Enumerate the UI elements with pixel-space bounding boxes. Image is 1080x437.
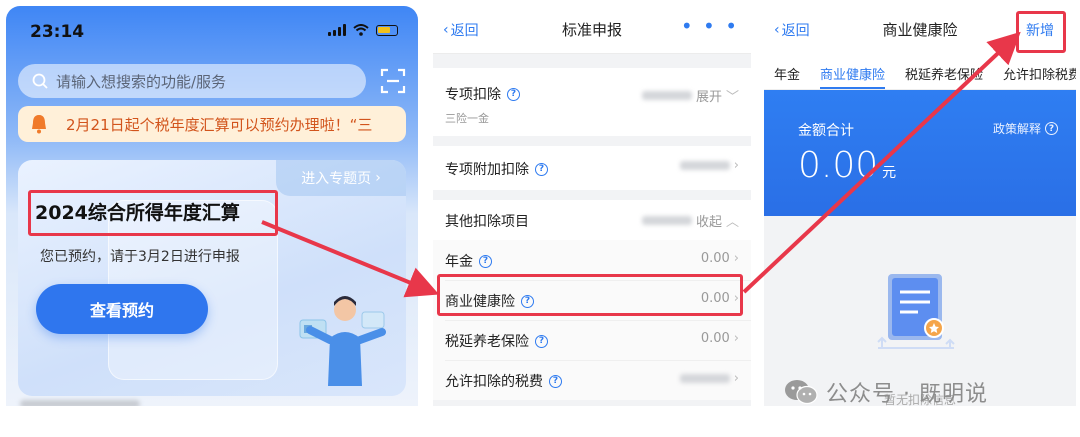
- annual-tax-card[interactable]: 进入专题页 › 2024综合所得年度汇算 您已预约，请于3月2日进行申报 查看预…: [18, 160, 406, 396]
- battery-icon: [376, 24, 398, 36]
- help-icon[interactable]: ?: [549, 374, 562, 388]
- row-label: 专项附加扣除: [445, 162, 529, 178]
- chevron-up-icon: ︿: [725, 215, 739, 230]
- row-special-deduction[interactable]: 专项扣除 ? 三险一金 展开 ﹀: [433, 68, 751, 136]
- home-screen: 23:14 请输入想搜索的功能/服务 2月21日起个税年度汇算可以预约办理啦！“…: [6, 6, 418, 406]
- row-tax-deferred-pension[interactable]: 税延养老保险 ? 0.00 ›: [433, 320, 751, 360]
- status-icons: [328, 24, 398, 36]
- nav-bar: ‹ 返回 商业健康险 新增: [764, 6, 1076, 54]
- watermark-text: 公众号 · 既明说: [826, 382, 988, 407]
- row-special-additional-deduction[interactable]: 专项附加扣除 ? ›: [433, 146, 751, 190]
- bell-icon: [32, 115, 46, 134]
- row-label: 税延养老保险: [445, 334, 529, 350]
- standard-declaration-screen: ‹ 返回 标准申报 • • • 专项扣除 ? 三险一金 展开 ﹀ 专项附加扣除 …: [433, 6, 751, 406]
- topic-link-label: 进入专题页: [301, 171, 372, 187]
- tab-annuity[interactable]: 年金: [764, 54, 810, 89]
- help-icon[interactable]: ?: [507, 87, 520, 101]
- blurred-value: [679, 161, 730, 170]
- blurred-value: [679, 374, 730, 383]
- wechat-icon: [785, 380, 818, 405]
- status-bar: 23:14: [6, 6, 418, 56]
- chevron-right-icon: ›: [733, 158, 739, 173]
- watermark: 公众号 · 既明说: [784, 376, 988, 408]
- row-deductible-taxes[interactable]: 允许扣除的税费 ? ›: [433, 360, 751, 400]
- tab-tax-deferred-pension[interactable]: 税延养老保险: [895, 54, 993, 89]
- policy-explanation-link[interactable]: 政策解释 ?: [993, 120, 1058, 137]
- status-time: 23:14: [30, 22, 85, 42]
- total-amount-card: 金额合计 政策解释 ? 0.00 元: [764, 90, 1076, 216]
- nav-bar: ‹ 返回 标准申报 • • •: [433, 6, 751, 54]
- blurred-value: [641, 91, 692, 100]
- row-value: 0.00: [700, 331, 730, 346]
- commercial-health-insurance-screen: ‹ 返回 商业健康险 新增 年金 商业健康险 税延养老保险 允许扣除税费 金额合…: [764, 6, 1076, 406]
- more-icon[interactable]: • • •: [681, 14, 739, 38]
- search-bar[interactable]: 请输入想搜索的功能/服务: [18, 64, 366, 98]
- scan-icon[interactable]: [380, 68, 406, 94]
- view-appointment-button[interactable]: 查看预约: [36, 284, 208, 334]
- help-icon: ?: [1045, 122, 1058, 135]
- help-icon[interactable]: ?: [535, 334, 548, 348]
- row-value: 0.00: [700, 251, 730, 266]
- policy-label: 政策解释: [992, 122, 1041, 136]
- search-icon: [32, 73, 48, 89]
- signal-icon: [328, 24, 346, 36]
- row-sublabel: 三险一金: [445, 112, 489, 125]
- empty-document-icon: [877, 274, 955, 349]
- help-icon[interactable]: ?: [479, 254, 492, 268]
- total-amount: 0.00 元: [798, 146, 896, 186]
- card-subtitle: 您已预约，请于3月2日进行申报: [40, 249, 240, 265]
- chevron-right-icon: ›: [733, 251, 739, 266]
- chevron-right-icon: ›: [375, 170, 381, 186]
- highlight-box: [437, 274, 743, 316]
- notice-text: 2月21日起个税年度汇算可以预约办理啦！“三: [66, 115, 373, 134]
- expand-label: 展开: [695, 90, 722, 105]
- row-label: 年金: [445, 254, 473, 270]
- row-label: 其他扣除项目: [445, 214, 529, 230]
- chevron-right-icon: ›: [733, 371, 739, 386]
- divider: [445, 320, 751, 321]
- amount-unit: 元: [882, 165, 897, 181]
- divider: [445, 360, 751, 361]
- person-illustration-icon: [299, 296, 386, 386]
- chevron-down-icon: ﹀: [725, 90, 739, 105]
- total-label: 金额合计: [798, 123, 854, 139]
- highlight-box: [1016, 11, 1066, 53]
- tab-commercial-health-insurance[interactable]: 商业健康险: [810, 54, 895, 89]
- highlight-box: [28, 190, 278, 236]
- tab-bar: 年金 商业健康险 税延养老保险 允许扣除税费: [764, 54, 1076, 90]
- row-label: 允许扣除的税费: [445, 374, 543, 390]
- search-input[interactable]: 请输入想搜索的功能/服务: [56, 71, 226, 92]
- amount-value: 0.00: [798, 145, 879, 186]
- row-label: 专项扣除: [445, 87, 501, 103]
- blurred-section-title: [20, 400, 140, 406]
- help-icon[interactable]: ?: [535, 162, 548, 176]
- enter-topic-link[interactable]: 进入专题页 ›: [276, 160, 406, 196]
- wifi-icon: [353, 24, 369, 36]
- collapse-label: 收起: [695, 215, 722, 230]
- blurred-value: [641, 216, 692, 225]
- row-other-deductions[interactable]: 其他扣除项目 收起 ︿: [433, 200, 751, 240]
- tab-deductible-taxes[interactable]: 允许扣除税费: [993, 54, 1076, 89]
- chevron-right-icon: ›: [733, 331, 739, 346]
- notice-banner[interactable]: 2月21日起个税年度汇算可以预约办理啦！“三: [18, 106, 406, 142]
